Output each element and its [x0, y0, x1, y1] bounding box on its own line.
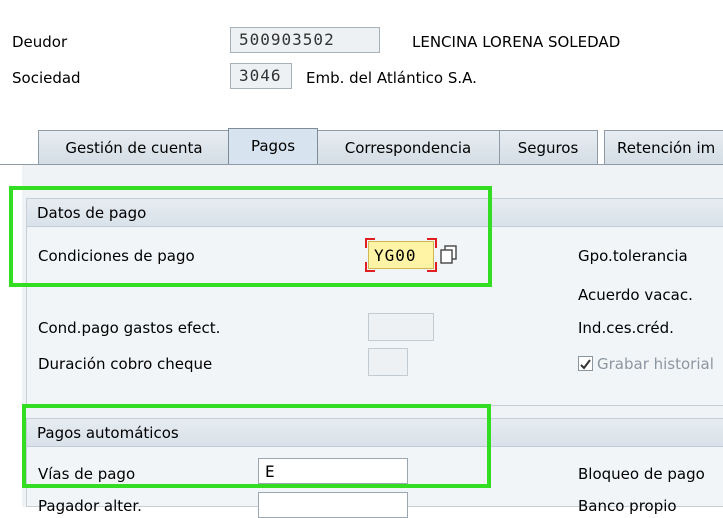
ind-ces-cred-label: Ind.ces.créd. — [578, 319, 674, 337]
banco-propio-label: Banco propio — [578, 497, 677, 515]
sociedad-label: Sociedad — [12, 69, 81, 87]
sociedad-name: Emb. del Atlántico S.A. — [306, 69, 477, 87]
highlight-datos-pago — [9, 186, 492, 287]
cond-pago-gastos-label: Cond.pago gastos efect. — [38, 319, 221, 337]
deudor-field[interactable]: 500903502 — [230, 27, 380, 53]
tab-label: Pagos — [250, 137, 296, 155]
pagador-alter-field[interactable] — [258, 492, 408, 518]
tab-seguros[interactable]: Seguros — [498, 130, 598, 164]
tab-retencion[interactable]: Retención im — [604, 130, 723, 164]
pagador-alter-label: Pagador alter. — [38, 497, 142, 515]
tab-correspondencia[interactable]: Correspondencia — [316, 130, 500, 164]
tab-gestion-cuenta[interactable]: Gestión de cuenta — [38, 130, 230, 164]
acuerdo-vacac-label: Acuerdo vacac. — [578, 286, 693, 304]
tab-strip: Gestión de cuenta Seguros Retención im C… — [0, 125, 723, 166]
duracion-cobro-field[interactable] — [368, 348, 408, 376]
cond-pago-gastos-field[interactable] — [368, 313, 434, 341]
grabar-historial-label: Grabar historial — [597, 355, 714, 373]
sociedad-field[interactable]: 3046 — [230, 63, 292, 89]
tab-pagos[interactable]: Pagos — [228, 128, 318, 166]
tab-label: Seguros — [517, 139, 579, 157]
deudor-label: Deudor — [12, 33, 68, 51]
grabar-historial-checkbox[interactable] — [578, 356, 593, 371]
duracion-cobro-label: Duración cobro cheque — [38, 355, 213, 373]
bloqueo-pago-label: Bloqueo de pago — [578, 465, 705, 483]
tab-label: Gestión de cuenta — [65, 139, 203, 157]
tab-label: Retención im — [617, 139, 716, 157]
tab-label: Correspondencia — [344, 139, 472, 157]
highlight-pagos-automaticos — [22, 404, 491, 488]
check-icon — [580, 359, 591, 370]
gpo-tolerancia-label: Gpo.tolerancia — [578, 247, 688, 265]
deudor-name: LENCINA LORENA SOLEDAD — [412, 33, 621, 51]
